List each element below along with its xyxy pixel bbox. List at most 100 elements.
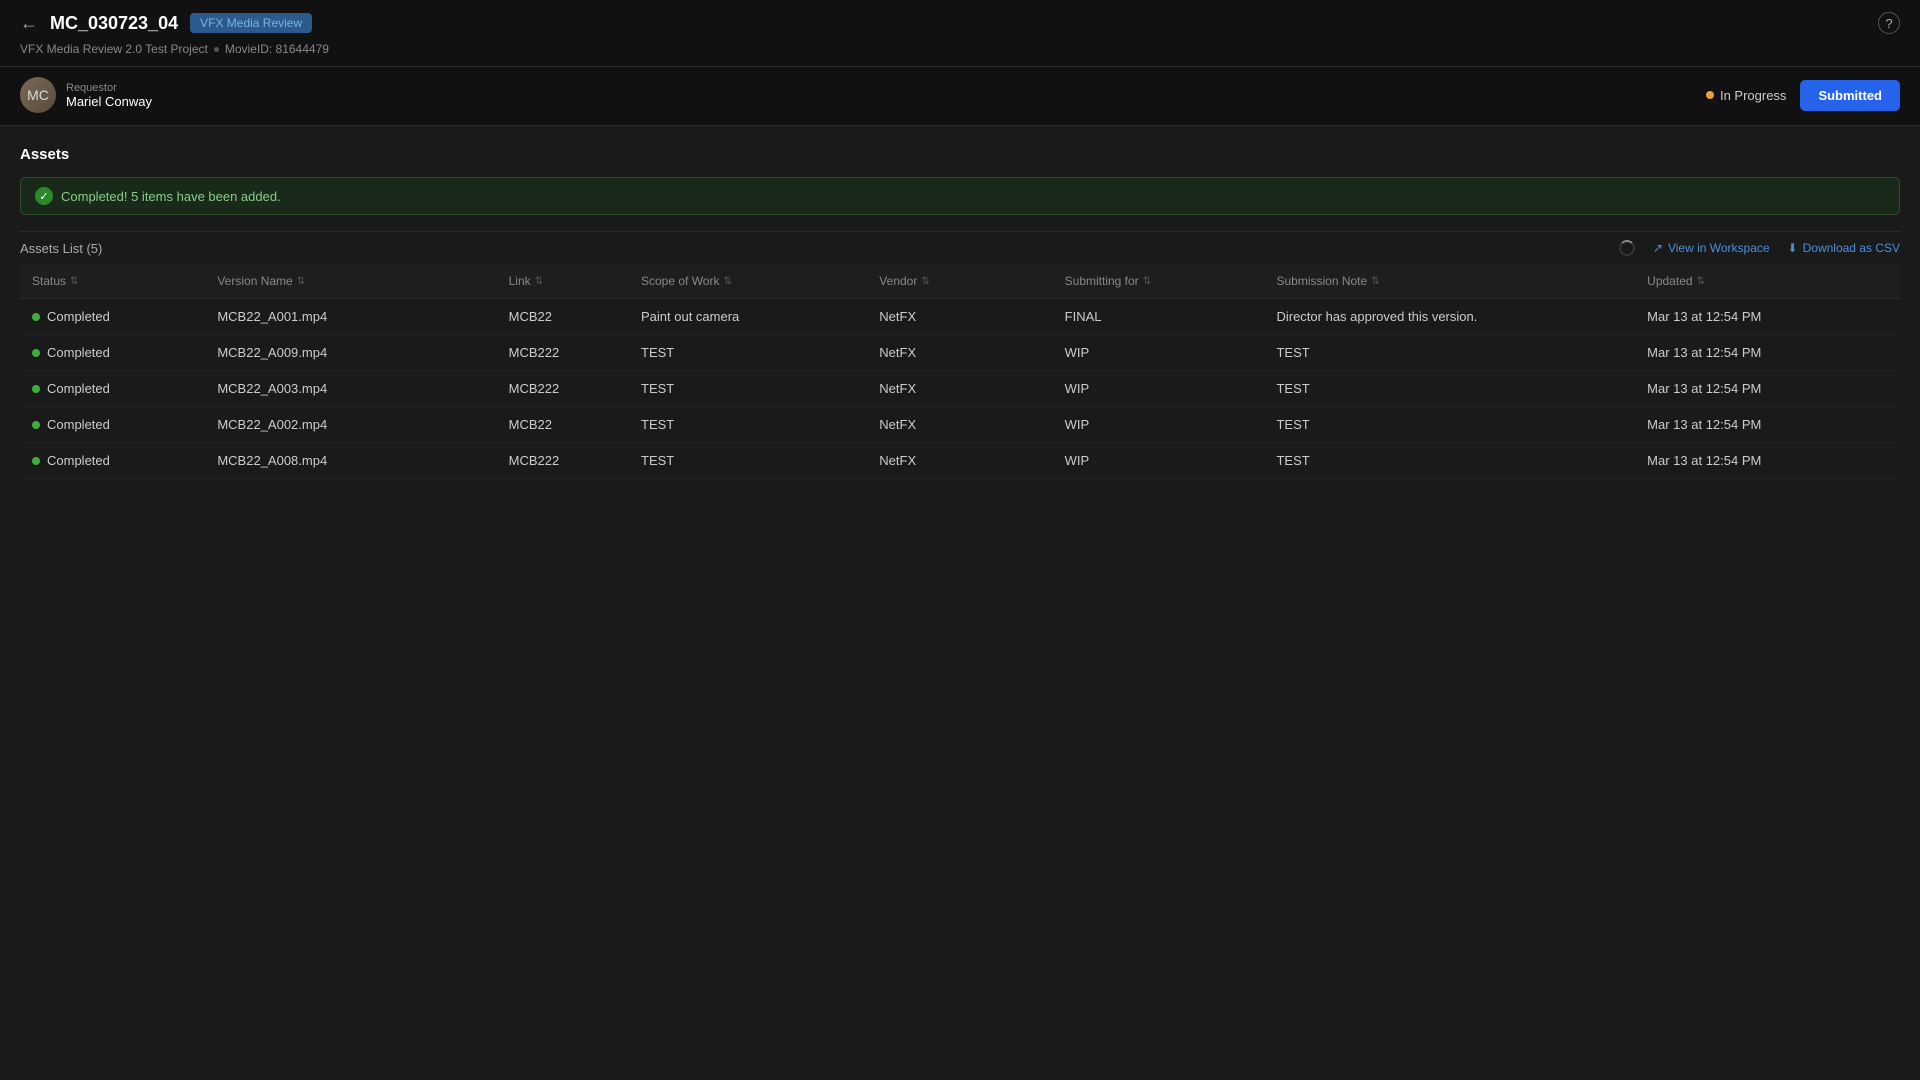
- cell-submitting: WIP: [1053, 443, 1265, 479]
- back-button[interactable]: ←: [20, 13, 38, 34]
- cell-note: TEST: [1264, 443, 1635, 479]
- success-message: Completed! 5 items have been added.: [61, 189, 281, 204]
- sort-icon-scope: ⇅: [723, 276, 731, 287]
- assets-table: Status ⇅ Version Name ⇅ Link ⇅ Scope of …: [20, 264, 1900, 479]
- table-row[interactable]: Completed MCB22_A008.mp4MCB222TESTNetFXW…: [20, 443, 1900, 479]
- in-progress-status: In Progress: [1706, 88, 1786, 103]
- page-title: MC_030723_04: [50, 13, 178, 34]
- table-row[interactable]: Completed MCB22_A001.mp4MCB22Paint out c…: [20, 299, 1900, 335]
- loading-spinner: [1619, 240, 1635, 256]
- cell-note: TEST: [1264, 371, 1635, 407]
- version-header-label: Version Name ⇅: [217, 274, 305, 288]
- cell-link: MCB222: [497, 371, 629, 407]
- cell-link: MCB22: [497, 407, 629, 443]
- in-progress-label: In Progress: [1720, 88, 1786, 103]
- col-header-updated[interactable]: Updated ⇅: [1635, 264, 1900, 299]
- cell-link: MCB222: [497, 335, 629, 371]
- cell-vendor: NetFX: [867, 407, 1052, 443]
- table-row[interactable]: Completed MCB22_A009.mp4MCB222TESTNetFXW…: [20, 335, 1900, 371]
- sort-icon-vendor: ⇅: [921, 276, 929, 287]
- view-workspace-label: View in Workspace: [1668, 241, 1770, 255]
- requestor-bar: MC Requestor Mariel Conway In Progress S…: [0, 67, 1920, 126]
- cell-status: Completed: [20, 335, 205, 371]
- status-area: In Progress Submitted: [1706, 80, 1900, 111]
- status-text: Completed: [47, 453, 110, 468]
- cell-status: Completed: [20, 407, 205, 443]
- table-body: Completed MCB22_A001.mp4MCB22Paint out c…: [20, 299, 1900, 479]
- cell-note: TEST: [1264, 335, 1635, 371]
- col-header-status[interactable]: Status ⇅: [20, 264, 205, 299]
- submitted-button[interactable]: Submitted: [1800, 80, 1900, 111]
- status-dot: [32, 349, 40, 357]
- cell-version: MCB22_A002.mp4: [205, 407, 496, 443]
- subtitle-project: VFX Media Review 2.0 Test Project: [20, 42, 208, 56]
- cell-link: MCB22: [497, 299, 629, 335]
- cell-updated: Mar 13 at 12:54 PM: [1635, 299, 1900, 335]
- cell-status: Completed: [20, 443, 205, 479]
- status-dot: [32, 421, 40, 429]
- status-text: Completed: [47, 381, 110, 396]
- cell-submitting: FINAL: [1053, 299, 1265, 335]
- cell-version: MCB22_A003.mp4: [205, 371, 496, 407]
- cell-vendor: NetFX: [867, 335, 1052, 371]
- cell-vendor: NetFX: [867, 371, 1052, 407]
- header-right: ?: [1878, 12, 1900, 34]
- cell-updated: Mar 13 at 12:54 PM: [1635, 335, 1900, 371]
- download-csv-label: Download as CSV: [1803, 241, 1900, 255]
- requestor-name: Mariel Conway: [66, 94, 152, 109]
- col-header-scope[interactable]: Scope of Work ⇅: [629, 264, 867, 299]
- check-icon: ✓: [35, 187, 53, 205]
- col-header-submitting[interactable]: Submitting for ⇅: [1053, 264, 1265, 299]
- sort-icon-submitting: ⇅: [1143, 276, 1151, 287]
- status-header-label: Status ⇅: [32, 274, 78, 288]
- sort-icon-status: ⇅: [70, 276, 78, 287]
- requestor-label: Requestor: [66, 82, 152, 94]
- assets-title: Assets: [20, 146, 1900, 163]
- requestor-info: MC Requestor Mariel Conway: [20, 77, 152, 113]
- cell-note: Director has approved this version.: [1264, 299, 1635, 335]
- view-workspace-icon: ↗: [1653, 241, 1663, 255]
- download-csv-link[interactable]: ⬇ Download as CSV: [1788, 241, 1900, 255]
- table-row[interactable]: Completed MCB22_A002.mp4MCB22TESTNetFXWI…: [20, 407, 1900, 443]
- status-dot: [32, 385, 40, 393]
- cell-scope: Paint out camera: [629, 299, 867, 335]
- cell-status: Completed: [20, 371, 205, 407]
- view-workspace-link[interactable]: ↗ View in Workspace: [1653, 241, 1770, 255]
- col-header-vendor[interactable]: Vendor ⇅: [867, 264, 1052, 299]
- subtitle-movie-id: MovieID: 81644479: [225, 42, 329, 56]
- main-content: Assets ✓ Completed! 5 items have been ad…: [0, 126, 1920, 479]
- sort-icon-version: ⇅: [297, 276, 305, 287]
- col-header-link[interactable]: Link ⇅: [497, 264, 629, 299]
- submitting-header-label: Submitting for ⇅: [1065, 274, 1151, 288]
- table-row[interactable]: Completed MCB22_A003.mp4MCB222TESTNetFXW…: [20, 371, 1900, 407]
- sort-icon-note: ⇅: [1371, 276, 1379, 287]
- cell-submitting: WIP: [1053, 407, 1265, 443]
- cell-submitting: WIP: [1053, 335, 1265, 371]
- link-header-label: Link ⇅: [509, 274, 543, 288]
- table-header: Status ⇅ Version Name ⇅ Link ⇅ Scope of …: [20, 264, 1900, 299]
- scope-header-label: Scope of Work ⇅: [641, 274, 732, 288]
- col-header-note[interactable]: Submission Note ⇅: [1264, 264, 1635, 299]
- cell-version: MCB22_A001.mp4: [205, 299, 496, 335]
- cell-scope: TEST: [629, 371, 867, 407]
- help-icon[interactable]: ?: [1878, 12, 1900, 34]
- status-text: Completed: [47, 345, 110, 360]
- cell-link: MCB222: [497, 443, 629, 479]
- cell-updated: Mar 13 at 12:54 PM: [1635, 407, 1900, 443]
- in-progress-dot: [1706, 91, 1714, 99]
- cell-scope: TEST: [629, 335, 867, 371]
- cell-version: MCB22_A008.mp4: [205, 443, 496, 479]
- vfx-badge[interactable]: VFX Media Review: [190, 13, 312, 33]
- avatar: MC: [20, 77, 56, 113]
- col-header-version[interactable]: Version Name ⇅: [205, 264, 496, 299]
- assets-list-header: Assets List (5) ↗ View in Workspace ⬇ Do…: [20, 231, 1900, 264]
- header: ← MC_030723_04 VFX Media Review ? VFX Me…: [0, 0, 1920, 67]
- requestor-details: Requestor Mariel Conway: [66, 82, 152, 109]
- note-header-label: Submission Note ⇅: [1276, 274, 1379, 288]
- sort-icon-link: ⇅: [535, 276, 543, 287]
- status-dot: [32, 457, 40, 465]
- header-top: ← MC_030723_04 VFX Media Review ?: [20, 12, 1900, 34]
- download-csv-icon: ⬇: [1788, 241, 1798, 255]
- cell-vendor: NetFX: [867, 299, 1052, 335]
- sort-icon-updated: ⇅: [1697, 276, 1705, 287]
